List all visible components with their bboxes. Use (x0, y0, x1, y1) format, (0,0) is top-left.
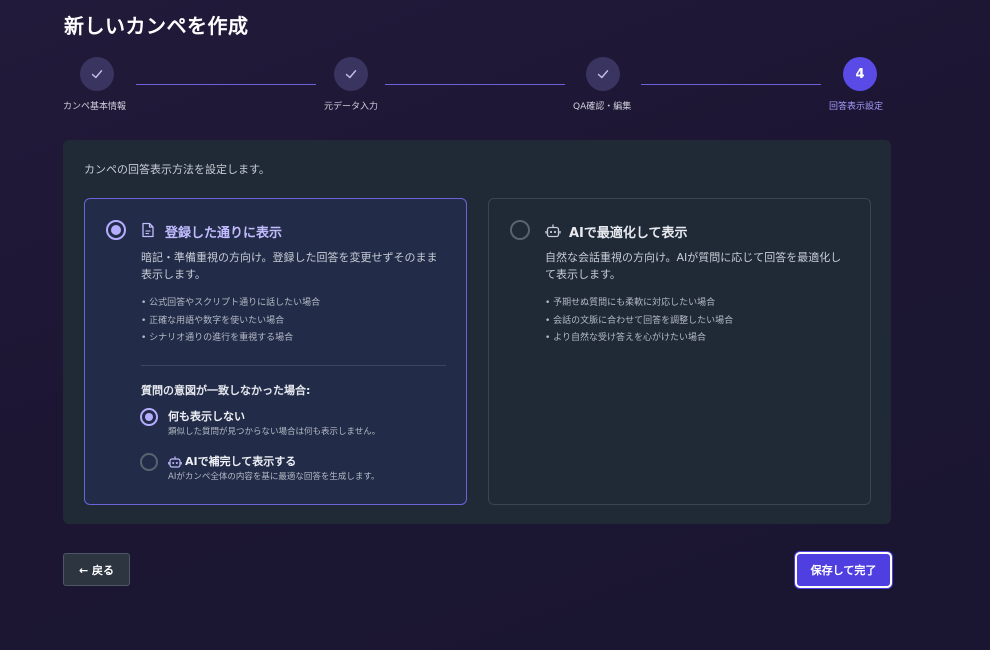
bullet-item: 会話の文脈に合わせて回答を調整したい場合 (545, 313, 733, 331)
divider (141, 365, 446, 366)
fallback-radio-show-nothing[interactable] (140, 408, 158, 426)
save-and-finish-button[interactable]: 保存して完了 (795, 552, 892, 588)
step-1-indicator (80, 57, 114, 91)
stepper: カンペ基本情報 元データ入力 QA確認・編集 4 回答表示設定 (0, 0, 990, 120)
step-connector (385, 84, 565, 85)
bullet-item: 正確な用語や数字を使いたい場合 (141, 313, 320, 331)
bullet-item: 予期せぬ質問にも柔軟に対応したい場合 (545, 295, 733, 313)
robot-icon (545, 223, 561, 242)
step-3-indicator (586, 57, 620, 91)
step-1-label: カンペ基本情報 (63, 102, 127, 112)
step-4-label: 回答表示設定 (829, 102, 884, 112)
option-bullets: 公式回答やスクリプト通りに話したい場合 正確な用語や数字を使いたい場合 シナリオ… (141, 295, 320, 348)
fallback-radio-ai-complete[interactable] (140, 453, 158, 471)
back-button[interactable]: ← 戻る (63, 553, 130, 586)
step-2-label: 元データ入力 (324, 102, 379, 112)
step-2-indicator (334, 57, 368, 91)
option-card-as-registered[interactable]: 登録した通りに表示 暗記・準備重視の方向け。登録した回答を変更せずそのまま表示し… (84, 198, 467, 505)
step-connector (641, 84, 821, 85)
bullet-item: 公式回答やスクリプト通りに話したい場合 (141, 295, 320, 313)
document-icon (141, 222, 155, 242)
fallback-option-description: AIがカンペ全体の内容を基に最適な回答を生成します。 (168, 472, 380, 482)
bullet-item: シナリオ通りの進行を重視する場合 (141, 330, 320, 348)
panel-description: カンペの回答表示方法を設定します。 (84, 163, 270, 176)
fallback-heading: 質問の意図が一致しなかった場合: (141, 384, 311, 397)
fallback-option-description: 類似した質問が見つからない場合は何も表示しません。 (168, 427, 381, 437)
option-title: AIで最適化して表示 (569, 226, 688, 241)
display-settings-panel: カンペの回答表示方法を設定します。 登録した通りに表示 暗記・準備重視の方向け。… (63, 140, 891, 524)
step-connector (136, 84, 316, 85)
check-icon (91, 70, 103, 79)
option-card-ai-optimized[interactable]: AIで最適化して表示 自然な会話重視の方向け。AIが質問に応じて回答を最適化して… (488, 198, 871, 505)
option-description: 自然な会話重視の方向け。AIが質問に応じて回答を最適化して表示します。 (545, 251, 842, 281)
check-icon (597, 70, 609, 79)
option-radio-ai-optimized[interactable] (510, 220, 530, 240)
bullet-item: より自然な受け答えを心がけたい場合 (545, 330, 733, 348)
option-radio-as-registered[interactable] (106, 220, 126, 240)
check-icon (345, 70, 357, 79)
step-3-label: QA確認・編集 (573, 102, 632, 112)
fallback-option-title: 何も表示しない (168, 410, 245, 423)
fallback-option-title: AIで補完して表示する (185, 455, 297, 468)
option-description: 暗記・準備重視の方向け。登録した回答を変更せずそのまま表示します。 (141, 251, 438, 281)
option-bullets: 予期せぬ質問にも柔軟に対応したい場合 会話の文脈に合わせて回答を調整したい場合 … (545, 295, 733, 348)
option-title: 登録した通りに表示 (165, 226, 283, 241)
step-4-indicator: 4 (843, 57, 877, 91)
